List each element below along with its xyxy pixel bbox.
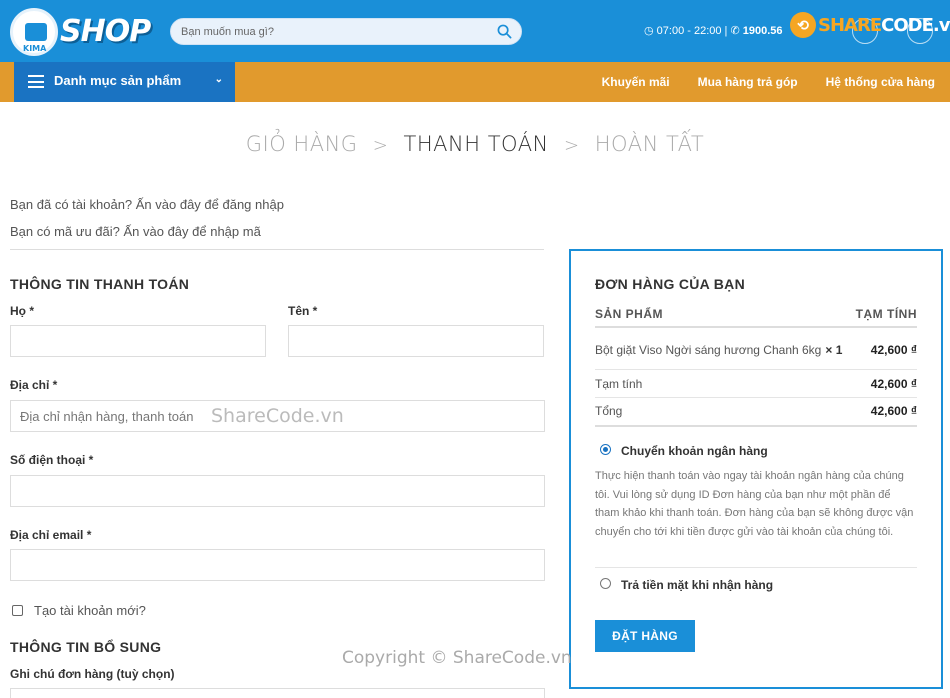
step-separator: > [563,135,580,156]
first-name-label: Tên * [288,304,318,318]
address-label: Địa chỉ * [10,378,58,392]
order-notes-field[interactable] [10,688,545,698]
login-notice[interactable]: Bạn đã có tài khoản? Ấn vào đây để đăng … [10,197,284,212]
watermark-share: SHARE [818,14,882,36]
coupon-notice[interactable]: Bạn có mã ưu đãi? Ấn vào đây để nhập mã [10,224,261,239]
additional-title: THÔNG TIN BỔ SUNG [10,639,162,655]
search-input[interactable] [181,24,481,40]
subtotal-label: Tạm tính [595,377,643,391]
create-account-label: Tạo tài khoản mới? [34,603,146,618]
hamburger-icon [28,75,44,88]
payment-bank-label[interactable]: Chuyển khoản ngân hàng [621,444,768,458]
divider [595,397,917,398]
create-account-checkbox[interactable] [12,605,23,616]
payment-bank-description: Thực hiện thanh toán vào ngay tài khoản … [595,470,914,538]
chevron-down-icon: ⌄ [214,74,223,85]
subtotal-row: Tạm tính 42,600 ₫ [595,377,917,391]
divider [595,369,917,370]
first-name-field[interactable] [288,325,544,357]
category-label: Danh mục sản phẩm [54,73,182,88]
item-price: 42,600 ₫ [870,343,917,357]
total-label: Tổng [595,404,623,418]
order-table-header: SẢN PHẨM TẠM TÍNH [595,307,917,321]
divider [595,567,917,568]
checkout-steps: GIỎ HÀNG > THANH TOÁN > HOÀN TẤT [0,132,950,156]
last-name-field[interactable] [10,325,266,357]
step-complete: HOÀN TẤT [594,132,705,156]
payment-cod-label[interactable]: Trả tiền mặt khi nhận hàng [621,578,773,592]
nav-link-installment[interactable]: Mua hàng trả góp [698,75,798,89]
divider [595,425,917,427]
logo-text: SHOP [60,14,151,49]
email-label: Địa chỉ email * [10,528,92,542]
logo-badge: KIMA [10,8,58,56]
phone-icon: ✆ [730,25,740,37]
nav-link-stores[interactable]: Hệ thống cửa hàng [826,75,935,89]
col-subtotal: TẠM TÍNH [855,307,917,321]
order-title: ĐƠN HÀNG CỦA BẠN [595,276,745,292]
item-name: Bột giặt Viso Ngời sáng hương Chanh 6kg [595,343,822,357]
divider [595,326,917,328]
site-logo[interactable]: KIMA SHOP [10,6,151,58]
place-order-button[interactable]: ĐẶT HÀNG [595,620,695,652]
nav-link-promotions[interactable]: Khuyến mãi [602,75,670,89]
step-separator: > [372,135,389,156]
store-hours: ◷ 07:00 - 22:00 | ✆ 1900.56 [644,24,783,37]
payment-bank-radio[interactable] [600,444,611,455]
search-icon[interactable] [497,24,512,39]
watermark-code: CODE.vn [881,14,950,36]
phone-label: Số điện thoại * [10,453,94,467]
order-summary: ĐƠN HÀNG CỦA BẠN SẢN PHẨM TẠM TÍNH Bột g… [569,249,943,689]
total-row: Tổng 42,600 ₫ [595,404,917,418]
watermark-logo-text: SHARECODE.vn [818,15,950,36]
last-name-label: Họ * [10,304,34,318]
search-bar [170,18,522,45]
order-notes-label: Ghi chú đơn hàng (tuỳ chọn) [10,667,175,681]
divider [10,249,544,250]
nav-links: Khuyến mãi Mua hàng trả góp Hệ thống cửa… [602,62,935,102]
email-field[interactable] [10,549,545,581]
phone-field[interactable] [10,475,545,507]
watermark-middle: ShareCode.vn [211,405,344,427]
billing-title: THÔNG TIN THANH TOÁN [10,276,190,292]
clock-icon: ◷ [644,25,654,37]
shopping-bag-icon [25,23,47,41]
order-item-row: Bột giặt Viso Ngời sáng hương Chanh 6kg ×… [595,343,917,357]
category-menu-button[interactable]: Danh mục sản phẩm ⌄ [14,62,235,102]
watermark-copyright: Copyright © ShareCode.vn [342,648,572,668]
phone-number[interactable]: 1900.56 [743,25,783,37]
hours-text: 07:00 - 22:00 | [656,25,728,37]
col-product: SẢN PHẨM [595,307,664,321]
total-value: 42,600 ₫ [870,404,917,418]
item-qty: × 1 [825,343,843,357]
step-cart[interactable]: GIỎ HÀNG [246,132,358,156]
share-icon: ⟲ [790,12,816,38]
create-account-row[interactable]: Tạo tài khoản mới? [12,603,146,618]
watermark-logo: ⟲ SHARECODE.vn [790,10,950,40]
payment-cod-radio[interactable] [600,578,611,589]
step-checkout[interactable]: THANH TOÁN [404,132,549,156]
logo-subtext: KIMA [23,44,47,53]
subtotal-value: 42,600 ₫ [870,377,917,391]
